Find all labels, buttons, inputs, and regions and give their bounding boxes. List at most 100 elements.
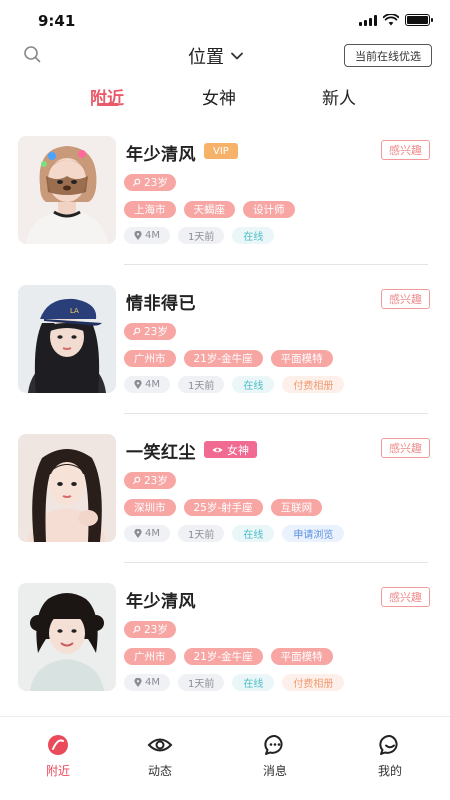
- avatar[interactable]: [18, 583, 116, 691]
- distance-label: 4M: [145, 379, 160, 390]
- goddess-badge: 女神: [204, 441, 257, 458]
- distance-label: 4M: [145, 230, 160, 241]
- user-card[interactable]: 年少清风 VIP 感兴趣 23岁 上海市 天蝎座 设计师 4M 1天前 在线: [0, 125, 450, 275]
- city-tag: 上海市: [124, 201, 176, 218]
- tab-newcomer[interactable]: 新人: [322, 84, 356, 109]
- user-name: 一笑红尘: [126, 443, 196, 463]
- chat-icon: [264, 735, 283, 755]
- search-icon[interactable]: [22, 44, 44, 66]
- goddess-label: 女神: [227, 443, 249, 457]
- city-tag: 广州市: [124, 648, 176, 665]
- status-time: 9:41: [38, 12, 76, 30]
- status-icons: [359, 14, 433, 26]
- female-icon: [132, 476, 141, 485]
- location-pin-icon: [134, 678, 142, 687]
- request-view-chip[interactable]: 申请浏览: [282, 525, 345, 542]
- interest-button[interactable]: 感兴趣: [381, 438, 430, 458]
- distance-chip: 4M: [124, 525, 170, 542]
- distance-chip: 4M: [124, 674, 170, 691]
- meta-row: 4M 1天前 在线 付费相册: [124, 674, 345, 691]
- battery-icon: [405, 14, 433, 26]
- zodiac-tag: 21岁-金牛座: [183, 648, 263, 665]
- avatar[interactable]: [18, 136, 116, 244]
- location-label: 位置: [188, 47, 224, 68]
- last-active-chip: 1天前: [178, 227, 225, 244]
- job-tag: 平面模特: [270, 648, 333, 665]
- user-card[interactable]: 一笑红尘 女神 感兴趣 23岁 深圳市 25岁-射手座 互联网 4M 1天前 在…: [0, 423, 450, 573]
- last-active-chip: 1天前: [178, 674, 225, 691]
- tab-bar: 附近 女神 新人: [0, 80, 450, 120]
- age-chip: 23岁: [124, 621, 176, 638]
- user-card[interactable]: 年少清风 感兴趣 23岁 广州市 21岁-金牛座 平面模特 4M 1天前 在线 …: [0, 572, 450, 722]
- chevron-down-icon: [231, 52, 243, 60]
- online-chip: 在线: [232, 227, 275, 244]
- distance-label: 4M: [145, 677, 160, 688]
- tag-row: 广州市 21岁-金牛座 平面模特: [124, 648, 333, 665]
- online-chip: 在线: [232, 376, 275, 393]
- meta-row: 4M 1天前 在线 申请浏览: [124, 525, 345, 542]
- nav-nearby[interactable]: 附近: [28, 733, 88, 779]
- eye-icon: [147, 738, 173, 752]
- divider: [124, 413, 428, 414]
- svg-text:LA: LA: [70, 307, 79, 315]
- female-icon: [132, 178, 141, 187]
- interest-button[interactable]: 感兴趣: [381, 140, 430, 160]
- city-tag: 深圳市: [124, 499, 176, 516]
- online-chip: 在线: [232, 674, 275, 691]
- paid-album-chip[interactable]: 付费相册: [282, 674, 345, 691]
- nav-moments[interactable]: 动态: [130, 733, 190, 779]
- age-row: 23岁: [124, 321, 176, 340]
- location-pin-icon: [134, 231, 142, 240]
- last-active-chip: 1天前: [178, 376, 225, 393]
- age-row: 23岁: [124, 172, 176, 191]
- zodiac-tag: 天蝎座: [183, 201, 235, 218]
- nav-label: 我的: [377, 764, 402, 778]
- user-name: 年少清风: [126, 592, 196, 612]
- online-preferred-button[interactable]: 当前在线优选: [344, 44, 432, 67]
- header: 位置 当前在线优选: [0, 40, 450, 74]
- city-tag: 广州市: [124, 350, 176, 367]
- nearby-icon: [48, 735, 68, 755]
- tag-row: 深圳市 25岁-射手座 互联网: [124, 499, 323, 516]
- active-tab-indicator: [97, 103, 119, 106]
- age-label: 23岁: [144, 475, 168, 487]
- meta-row: 4M 1天前 在线: [124, 227, 275, 244]
- female-icon: [132, 327, 141, 336]
- avatar[interactable]: LA: [18, 285, 116, 393]
- distance-chip: 4M: [124, 227, 170, 244]
- location-pin-icon: [134, 529, 142, 538]
- bottom-nav: 附近 动态 消息 我的: [0, 716, 450, 800]
- nav-messages[interactable]: 消息: [245, 733, 305, 779]
- paid-album-chip[interactable]: 付费相册: [282, 376, 345, 393]
- last-active-chip: 1天前: [178, 525, 225, 542]
- location-dropdown[interactable]: 位置: [188, 43, 244, 69]
- zodiac-tag: 21岁-金牛座: [183, 350, 263, 367]
- avatar[interactable]: [18, 434, 116, 542]
- divider: [124, 264, 428, 265]
- interest-button[interactable]: 感兴趣: [381, 587, 430, 607]
- age-chip: 23岁: [124, 472, 176, 489]
- user-card[interactable]: LA 情非得已 感兴趣 23岁 广州市 21岁-金牛座 平面模特 4M 1天前 …: [0, 274, 450, 424]
- age-label: 23岁: [144, 624, 168, 636]
- online-chip: 在线: [232, 525, 275, 542]
- nav-label: 消息: [262, 764, 287, 778]
- job-tag: 平面模特: [270, 350, 333, 367]
- nav-profile[interactable]: 我的: [360, 733, 420, 779]
- signal-icon: [359, 14, 377, 26]
- divider: [124, 562, 428, 563]
- user-name: 年少清风: [126, 145, 196, 165]
- eye-icon: [212, 447, 223, 452]
- wifi-icon: [383, 14, 399, 26]
- age-label: 23岁: [144, 326, 168, 338]
- job-tag: 互联网: [270, 499, 323, 516]
- distance-chip: 4M: [124, 376, 170, 393]
- tab-goddess[interactable]: 女神: [202, 84, 236, 109]
- distance-label: 4M: [145, 528, 160, 539]
- tag-row: 上海市 天蝎座 设计师: [124, 201, 295, 218]
- age-chip: 23岁: [124, 323, 176, 340]
- nav-label: 动态: [147, 764, 172, 778]
- vip-badge: VIP: [204, 143, 238, 159]
- status-bar: 9:41: [0, 0, 450, 40]
- meta-row: 4M 1天前 在线 付费相册: [124, 376, 345, 393]
- interest-button[interactable]: 感兴趣: [381, 289, 430, 309]
